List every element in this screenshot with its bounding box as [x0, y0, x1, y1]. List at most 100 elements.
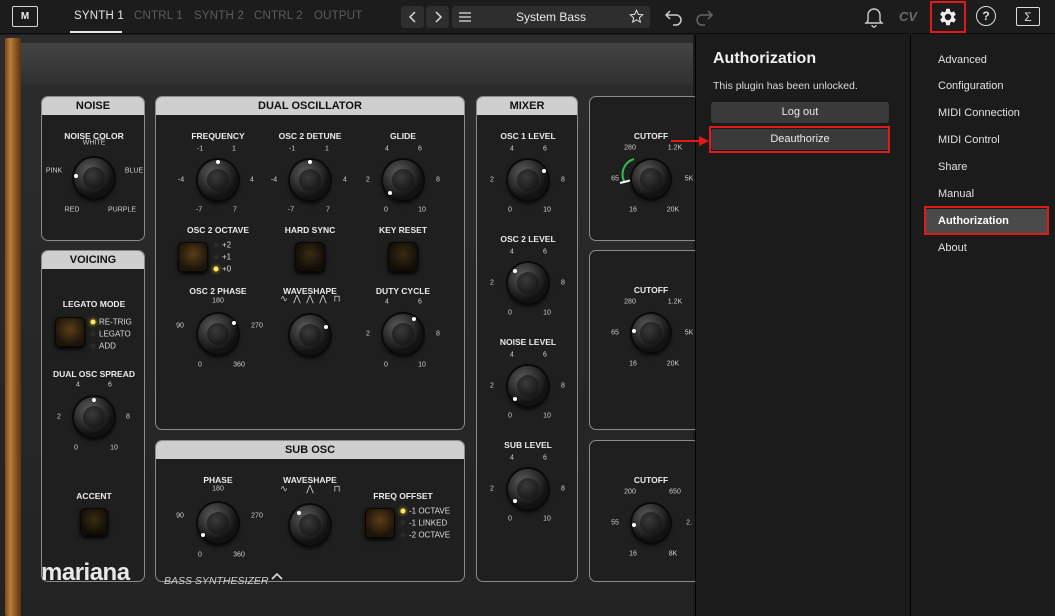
- help-button[interactable]: ?: [976, 6, 996, 26]
- filter3-tick: 650: [669, 488, 681, 496]
- settings-menu: Advanced Configuration MIDI Connection M…: [910, 35, 1055, 616]
- legato-mode-label: LEGATO MODE: [62, 299, 126, 309]
- mixer-tick: 6: [543, 454, 547, 462]
- authorization-highlight-box: [924, 206, 1049, 235]
- sub-phase-tick: 180: [212, 485, 224, 493]
- freq-led-1: [400, 508, 406, 514]
- accent-button[interactable]: [80, 508, 108, 536]
- mixer-tick: 10: [543, 309, 551, 317]
- filter3-cutoff-knob[interactable]: [632, 504, 670, 542]
- legato-option-add[interactable]: ADD: [99, 342, 116, 351]
- osc2-phase-knob[interactable]: [198, 314, 238, 354]
- gear-icon[interactable]: [937, 6, 959, 28]
- menu-item-about[interactable]: About: [938, 242, 967, 254]
- menu-item-configuration[interactable]: Configuration: [938, 80, 1003, 92]
- mixer-tick: 8: [561, 485, 565, 493]
- preset-name: System Bass: [515, 10, 587, 24]
- key-reset-button[interactable]: [388, 242, 418, 272]
- redo-icon[interactable]: [694, 8, 714, 26]
- sub-phase-label: PHASE: [203, 475, 233, 485]
- sub-phase-tick: 270: [251, 512, 263, 520]
- glide-tick: 10: [418, 206, 426, 214]
- filter2-tick: 1.2K: [667, 298, 683, 306]
- menu-item-share[interactable]: Share: [938, 161, 967, 173]
- tab-output[interactable]: OUTPUT: [314, 10, 362, 22]
- log-out-button[interactable]: Log out: [711, 102, 889, 123]
- cv-button[interactable]: CV: [899, 9, 917, 24]
- octave-option-plus1[interactable]: +1: [222, 253, 231, 262]
- legato-option-retrig[interactable]: RE-TRIG: [99, 318, 132, 327]
- filter3-cutoff-label: CUTOFF: [633, 475, 669, 485]
- duty-tick: 6: [418, 298, 422, 306]
- accent-label: ACCENT: [76, 491, 112, 501]
- waveshape-knob-indicator: [324, 325, 328, 329]
- menu-item-manual[interactable]: Manual: [938, 188, 974, 200]
- arturia-logo-button[interactable]: M: [12, 6, 38, 27]
- osc2-octave-button[interactable]: [178, 242, 208, 272]
- tab-synth-2[interactable]: SYNTH 2: [194, 10, 244, 22]
- noise-color-knob[interactable]: [74, 158, 114, 198]
- sub-wave-glyph-sine: ∿: [280, 483, 288, 494]
- chevron-left-icon: [408, 11, 416, 23]
- octave-option-plus2[interactable]: +2: [222, 241, 231, 250]
- mixer-section: MIXER OSC 1 LEVEL 4 6 2 8 0 10 OSC 2 LEV…: [476, 96, 578, 582]
- tab-cntrl-1[interactable]: CNTRL 1: [134, 10, 183, 22]
- chevron-up-icon[interactable]: [270, 571, 284, 581]
- filter3-cutoff-indicator: [632, 523, 636, 527]
- dual-osc-spread-knob[interactable]: [74, 397, 114, 437]
- filter-section-1: CUTOFF 280 1.2K 65 5K 16 20K: [589, 96, 709, 241]
- tab-cntrl-2[interactable]: CNTRL 2: [254, 10, 303, 22]
- frequency-knob[interactable]: [198, 160, 238, 200]
- filter1-tick: 16: [629, 206, 637, 214]
- filter2-cutoff-knob[interactable]: [632, 314, 670, 352]
- bell-icon[interactable]: [864, 6, 884, 28]
- preset-browser-field[interactable]: System Bass: [452, 6, 650, 28]
- sub-waveshape-knob[interactable]: [290, 505, 330, 545]
- freq-option-minus2-octave[interactable]: -2 OCTAVE: [409, 531, 450, 540]
- sub-phase-knob[interactable]: [198, 503, 238, 543]
- brand-logo: mariana: [41, 559, 130, 586]
- menu-item-midi-control[interactable]: MIDI Control: [938, 134, 1000, 146]
- key-reset-label: KEY RESET: [378, 225, 428, 235]
- mixer-tick: 0: [508, 206, 512, 214]
- filter1-tick: 20K: [666, 206, 680, 214]
- next-preset-button[interactable]: [426, 6, 449, 28]
- legato-mode-button[interactable]: [55, 317, 85, 347]
- undo-icon[interactable]: [664, 8, 684, 26]
- octave-option-plus0[interactable]: +0: [222, 265, 231, 274]
- osc1-level-label: OSC 1 LEVEL: [500, 131, 556, 141]
- osc2-detune-knob[interactable]: [290, 160, 330, 200]
- freq-option-minus1-linked[interactable]: -1 LINKED: [409, 519, 447, 528]
- osc1-level-knob[interactable]: [508, 160, 548, 200]
- glide-tick: 0: [384, 206, 388, 214]
- sigma-panel-button[interactable]: Σ: [1016, 7, 1040, 26]
- menu-item-advanced[interactable]: Advanced: [938, 54, 987, 66]
- filter2-tick: 65: [611, 329, 619, 337]
- mixer-tick: 8: [561, 176, 565, 184]
- duty-tick: 0: [384, 361, 388, 369]
- freq-option-minus1-octave[interactable]: -1 OCTAVE: [409, 507, 450, 516]
- duty-cycle-knob[interactable]: [383, 314, 423, 354]
- sub-phase-tick: 0: [198, 551, 202, 559]
- waveshape-knob[interactable]: [290, 315, 330, 355]
- waveshape-glyph-tri: ⋀: [293, 293, 301, 304]
- tab-synth-1[interactable]: SYNTH 1: [74, 10, 124, 22]
- noise-title: NOISE: [42, 97, 144, 115]
- filter3-tick: 2.: [686, 519, 692, 527]
- legato-option-legato[interactable]: LEGATO: [99, 330, 131, 339]
- phase-tick: 180: [212, 297, 224, 305]
- mixer-tick: 4: [510, 351, 514, 359]
- sub-waveshape-knob-indicator: [297, 511, 301, 515]
- hard-sync-button[interactable]: [295, 242, 325, 272]
- previous-preset-button[interactable]: [401, 6, 424, 28]
- menu-item-midi-connection[interactable]: MIDI Connection: [938, 107, 1020, 119]
- filter1-cutoff-knob[interactable]: [632, 160, 670, 198]
- frequency-tick: 7: [233, 206, 237, 214]
- star-icon[interactable]: [629, 9, 644, 24]
- synth-panel: NOISE NOISE COLOR WHITE PINK BLUE RED PU…: [0, 35, 709, 616]
- freq-offset-button[interactable]: [365, 508, 395, 538]
- waveshape-glyph-square: ⊓: [333, 293, 341, 304]
- sub-level-knob[interactable]: [508, 469, 548, 509]
- freq-offset-label: FREQ OFFSET: [373, 491, 433, 501]
- filter-section-2: CUTOFF 280 1.2K 65 5K 16 20K: [589, 250, 709, 430]
